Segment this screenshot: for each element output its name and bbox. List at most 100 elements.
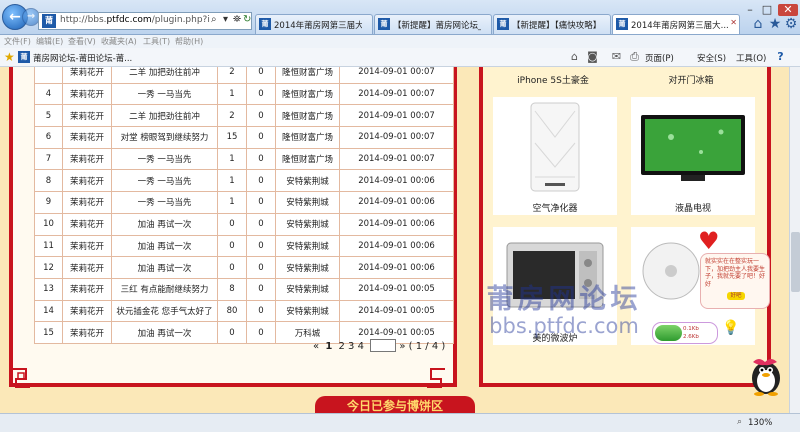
row-extra: 0 (246, 191, 276, 214)
favorite-link[interactable]: 莆房网论坛-莆田论坛-莆... (33, 52, 132, 64)
gear-icon[interactable]: ⚙ (783, 16, 799, 32)
menu-file[interactable]: 文件(F) (4, 36, 31, 47)
table-row: 7 茉莉花开 一秀 一马当先 1 0 隆恒财富广场 2014-09-01 00:07 (34, 147, 454, 171)
pagination: « 1 2 3 4 » ( 1 / 4 ) (313, 339, 448, 352)
row-extra: 0 (246, 169, 276, 193)
close-tab-icon[interactable]: ✕ (730, 18, 737, 27)
row-prize: 二羊 加把劲往前冲 (111, 104, 218, 128)
product-air-purifier[interactable]: 空气净化器 (493, 97, 617, 215)
row-prize: 加油 再试一次 (111, 234, 218, 258)
table-row: 8 茉莉花开 一秀 一马当先 1 0 安特紫荆城 2014-09-01 00:06 (34, 169, 454, 193)
row-prize: 加油 再试一次 (111, 212, 218, 236)
row-prize: 一秀 一马当先 (111, 82, 218, 106)
pager-page-3[interactable]: 3 (348, 341, 354, 352)
tab-3[interactable]: 莆 【新提醒】【痛快攻略】不... (493, 14, 611, 34)
row-count: 0 (217, 212, 247, 236)
row-number: 5 (34, 104, 63, 128)
help-icon[interactable]: ? (774, 50, 787, 63)
rss-feed-icon[interactable]: ◙ (586, 50, 599, 63)
row-number: 6 (34, 126, 63, 149)
tab-label: 2014年莆房网第三届大型中... (274, 21, 362, 31)
row-location: 安特紫荆城 (275, 191, 340, 214)
zoom-level[interactable]: 130% (748, 418, 772, 428)
pet-speech-bubble: 就实实在在整实玩一下，加把劲主人我要生子，我就先要了吧！好好 好吧 (700, 253, 770, 309)
row-location: 隆恒财富广场 (275, 82, 340, 106)
bubble-ok-button[interactable]: 好吧 (727, 292, 745, 300)
product-label-fridge: 对开门冰箱 (668, 76, 714, 86)
search-icon[interactable]: ⌕ (211, 14, 217, 25)
row-user: 茉莉花开 (62, 299, 112, 323)
row-location: 安特紫荆城 (275, 212, 340, 236)
pager-page-2[interactable]: 2 (338, 341, 344, 352)
lightbulb-icon[interactable]: 💡 (722, 320, 739, 336)
pager-page-4[interactable]: 4 (358, 341, 364, 352)
safety-menu[interactable]: 安全(S) (697, 52, 726, 64)
refresh-icon[interactable]: ↻ (243, 14, 251, 25)
progress-value-2: 2.6Kb (683, 334, 699, 340)
minimize-icon[interactable]: – (743, 4, 757, 16)
menu-view[interactable]: 查看(V) (68, 36, 96, 47)
pager-info: ( 1 / 4 ) (408, 340, 446, 352)
row-extra: 0 (246, 212, 276, 236)
site-favicon-icon: 莆 (42, 14, 56, 28)
scrollbar-thumb[interactable] (791, 232, 800, 292)
table-row: 12 茉莉花开 加油 再试一次 0 0 安特紫荆城 2014-09-01 00:06 (34, 256, 454, 279)
row-prize: 二羊 加把劲往前冲 (111, 67, 218, 84)
maximize-icon[interactable]: □ (760, 4, 774, 16)
favorites-star-icon[interactable]: ★ (767, 16, 783, 32)
row-user: 茉莉花开 (62, 212, 112, 236)
tab-2[interactable]: 莆 【新提醒】莆房网论坛_莆田... (374, 14, 492, 34)
watermark-line2: bbs.ptfdc.com (489, 314, 639, 338)
menu-tools[interactable]: 工具(T) (143, 36, 170, 47)
tab-4-active[interactable]: 莆 2014年莆房网第三届大... ✕ (612, 14, 740, 34)
favorites-star-icon[interactable]: ★ (4, 50, 15, 64)
row-count: 0 (217, 256, 247, 279)
page-menu[interactable]: 页面(P) (645, 52, 674, 64)
menu-edit[interactable]: 编辑(E) (36, 36, 63, 47)
pet-progress-widget[interactable]: 0.1Kb 2.6Kb (652, 322, 718, 344)
home-icon[interactable]: ⌂ (750, 16, 766, 32)
mail-icon[interactable]: ✉ (610, 50, 623, 63)
dropdown-icon[interactable]: ▾ (223, 14, 228, 25)
pager-prev[interactable]: « (313, 341, 319, 352)
compat-view-icon[interactable]: ⛯ (233, 14, 241, 25)
tab-1[interactable]: 莆 2014年莆房网第三届大型中... (255, 14, 373, 34)
close-window-icon[interactable]: ✕ (778, 4, 798, 16)
row-user: 茉莉花开 (62, 126, 112, 149)
row-user: 茉莉花开 (62, 82, 112, 106)
pager-next[interactable]: » (399, 341, 405, 352)
row-extra: 0 (246, 277, 276, 301)
tab-favicon-icon: 莆 (497, 18, 509, 30)
zoom-icon[interactable]: ⌕ (737, 417, 742, 427)
product-label-iphone: iPhone 5S土豪金 (517, 76, 589, 86)
qq-penguin-icon[interactable] (745, 354, 787, 396)
tab-favicon-icon: 莆 (378, 18, 390, 30)
row-count: 2 (217, 104, 247, 128)
row-count: 1 (217, 147, 247, 171)
row-prize: 对堂 榜眼驾到继续努力 (111, 126, 218, 149)
row-location: 安特紫荆城 (275, 234, 340, 258)
table-row: 10 茉莉花开 加油 再试一次 0 0 安特紫荆城 2014-09-01 00:06 (34, 212, 454, 236)
home-page-icon[interactable]: ⌂ (568, 50, 581, 63)
row-time: 2014-09-01 00:06 (339, 234, 454, 258)
page-jump-input[interactable] (370, 339, 397, 352)
menu-favorites[interactable]: 收藏夹(A) (101, 36, 137, 47)
participation-banner: 今日已参与博饼区 (315, 396, 475, 413)
row-user: 茉莉花开 (62, 256, 112, 279)
table-row: 茉莉花开 二羊 加把劲往前冲 2 0 隆恒财富广场 2014-09-01 00:07 (34, 67, 454, 84)
row-user: 茉莉花开 (62, 104, 112, 128)
row-location: 隆恒财富广场 (275, 67, 340, 84)
row-count: 80 (217, 299, 247, 323)
progress-fill (655, 325, 682, 341)
table-row: 13 茉莉花开 三红 有点能耐继续努力 8 0 安特紫荆城 2014-09-01 00:05 (34, 277, 454, 301)
heart-icon: ♥ (698, 227, 720, 255)
address-bar[interactable]: 莆 http://bbs.ptfdc.com/plugin.php?id=il2… (38, 12, 252, 30)
tools-menu[interactable]: 工具(O) (736, 52, 766, 64)
row-location: 隆恒财富广场 (275, 126, 340, 149)
vertical-scrollbar[interactable] (789, 67, 800, 413)
row-number: 7 (34, 147, 63, 171)
row-location: 安特紫荆城 (275, 299, 340, 323)
menu-help[interactable]: 帮助(H) (175, 36, 203, 47)
product-lcd-tv[interactable]: 液晶电视 (631, 97, 755, 215)
print-icon[interactable]: ⎙ (628, 50, 641, 63)
